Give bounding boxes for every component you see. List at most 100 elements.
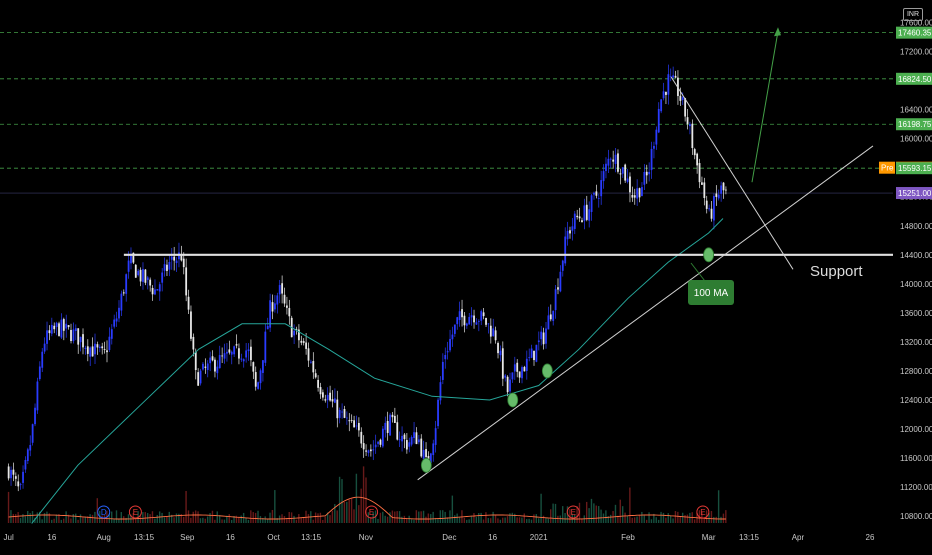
volume-bar <box>389 512 391 523</box>
volume-bar <box>511 512 514 523</box>
volume-bar <box>456 513 458 523</box>
volume-bar <box>621 506 624 523</box>
candle-body <box>190 311 192 339</box>
candle-body <box>91 346 94 357</box>
candle-body <box>185 267 188 296</box>
candle-body <box>173 256 176 261</box>
volume-bar <box>298 514 300 523</box>
volume-bar <box>168 511 170 523</box>
candle-body <box>561 260 564 271</box>
candle-body <box>226 351 228 354</box>
candle-body <box>525 358 528 371</box>
candle-body <box>43 343 46 352</box>
price-tick-label: 17200.00 <box>900 48 932 57</box>
candle-body <box>518 371 521 378</box>
candle-body <box>441 361 444 380</box>
candle-body <box>549 314 552 320</box>
volume-bar <box>122 516 125 523</box>
candle-body <box>240 358 243 360</box>
volume-bar <box>542 515 545 523</box>
candle-body <box>209 357 212 364</box>
volume-bar <box>693 519 696 523</box>
candle-body <box>262 360 264 373</box>
volume-bar <box>89 514 91 523</box>
time-tick-label: 2021 <box>530 533 548 542</box>
price-tick-label: 11200.00 <box>900 483 932 492</box>
candle-body <box>533 350 535 361</box>
volume-bar <box>204 518 206 523</box>
price-tick-label: 12000.00 <box>900 425 932 434</box>
volume-bar <box>681 512 684 523</box>
price-chart[interactable]: Support 100 MA 10800.00 11200.00 11600.00 12… <box>0 0 932 550</box>
volume-bar <box>379 512 382 523</box>
volume-bar <box>353 509 355 523</box>
candle-body <box>329 392 331 401</box>
price-tick-label: 14000.00 <box>900 280 932 289</box>
volume-bar <box>324 516 326 523</box>
volume-bar <box>540 493 542 523</box>
candle-body <box>458 311 461 321</box>
volume-bar <box>77 519 79 523</box>
candle-body <box>96 344 99 348</box>
candle-body <box>710 208 713 219</box>
time-tick-label: 13:15 <box>134 533 155 542</box>
volume-bar <box>564 513 566 523</box>
volume-bar <box>684 515 686 523</box>
candle-body <box>521 367 523 379</box>
volume-bar <box>437 518 439 523</box>
volume-bar <box>79 514 82 523</box>
candle-body <box>535 344 538 362</box>
candle-body <box>713 196 715 221</box>
candle-body <box>717 194 720 199</box>
candle-body <box>626 178 629 182</box>
volume-bar <box>139 516 142 523</box>
price-tag-label: 16824.50 <box>898 75 932 84</box>
volume-bar <box>382 511 384 523</box>
volume-bar <box>199 518 202 523</box>
time-tick-label: Apr <box>792 533 805 542</box>
candle-body <box>669 75 672 77</box>
volume-bar <box>420 511 422 523</box>
candle-body <box>689 124 691 127</box>
candle-body <box>324 399 327 401</box>
volume-bar <box>365 477 367 523</box>
volume-bar <box>499 519 502 523</box>
price-tag: 16198.75 <box>896 118 932 131</box>
volume-bar <box>41 519 43 523</box>
candle-body <box>578 216 581 219</box>
candle-body <box>456 317 459 325</box>
volume-bar <box>360 488 362 523</box>
candle-body <box>10 469 12 479</box>
candle-body <box>374 444 377 448</box>
volume-bar <box>175 513 178 523</box>
candle-body <box>312 361 315 373</box>
volume-bar <box>588 508 590 523</box>
candle-body <box>492 328 495 337</box>
candle-body <box>125 274 128 294</box>
candle-body <box>461 309 463 318</box>
volume-bar <box>55 514 58 523</box>
candle-body <box>631 194 634 198</box>
candle-body <box>449 338 451 351</box>
candle-body <box>319 387 322 395</box>
candle-body <box>86 346 89 354</box>
volume-bar <box>110 511 113 523</box>
volume-bar <box>7 491 10 523</box>
volume-bar <box>163 517 166 523</box>
candle-body <box>660 99 663 112</box>
price-tick-label: 14800.00 <box>900 222 932 231</box>
candle-body <box>70 329 72 342</box>
volume-bar <box>60 519 63 523</box>
candle-body <box>641 187 643 197</box>
volume-bar <box>290 512 293 523</box>
candle-body <box>600 180 603 197</box>
volume-bar <box>134 519 137 523</box>
candle-body <box>142 269 144 282</box>
candle-body <box>115 318 118 322</box>
candle-body <box>98 346 101 349</box>
time-tick-label: Sep <box>180 533 195 542</box>
price-tag: 16824.50 <box>896 72 932 85</box>
candle-body <box>293 330 296 336</box>
volume-bar <box>118 518 120 523</box>
volume-bar <box>197 511 199 523</box>
